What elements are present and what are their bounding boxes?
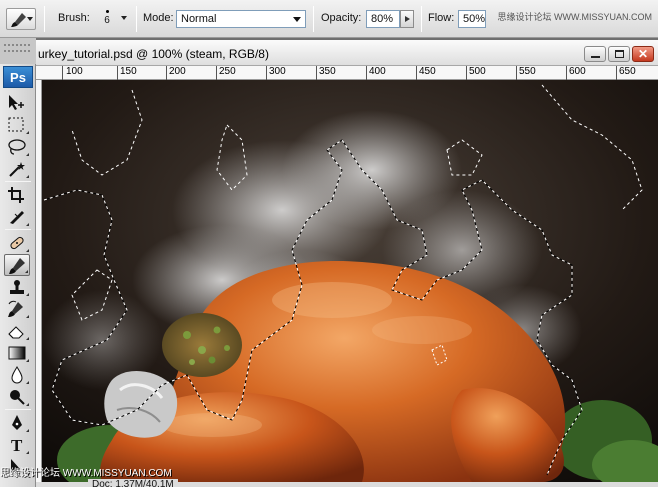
divider (421, 6, 422, 32)
ruler-label: 550 (519, 66, 536, 77)
brush-tool[interactable] (4, 254, 30, 276)
marquee-icon (8, 117, 24, 132)
watermark-text: 思缘设计论坛 WWW.MISSYUAN.COM (0, 468, 172, 479)
flow-label: Flow: (428, 12, 455, 24)
move-tool[interactable] (4, 92, 30, 114)
stamp-icon (10, 280, 24, 294)
canvas[interactable] (42, 80, 658, 482)
mode-select[interactable]: Normal (176, 10, 306, 28)
brush-tool-icon (11, 13, 26, 27)
opacity-input[interactable]: 80% (366, 10, 400, 28)
document-titlebar[interactable]: urkey_tutorial.psd @ 100% (steam, RGB/8)… (36, 40, 658, 66)
flow-value: 50% (463, 13, 486, 25)
brush-picker[interactable]: 6 (97, 6, 117, 34)
watermark-text: 思缘设计论坛 WWW.MISSYUAN.COM (497, 12, 653, 22)
chevron-down-icon[interactable] (121, 16, 127, 20)
brush-size: 6 (104, 15, 110, 26)
horizontal-ruler[interactable]: 100 150 200 250 300 350 400 450 500 550 … (36, 66, 658, 80)
healing-brush-tool[interactable] (4, 232, 30, 254)
divider (44, 6, 45, 32)
clone-stamp-tool[interactable] (4, 276, 30, 298)
ruler-label: 100 (66, 66, 83, 77)
options-bar: Brush: 6 Mode: Normal Opacity: 80% Flow:… (0, 0, 658, 38)
gradient-icon (8, 346, 26, 360)
document-title: urkey_tutorial.psd @ 100% (steam, RGB/8) (38, 47, 269, 61)
toolbox: Ps T (0, 38, 36, 487)
mode-label: Mode: (143, 12, 174, 24)
divider (313, 6, 314, 32)
opacity-label: Opacity: (321, 12, 362, 24)
chevron-down-icon (27, 17, 33, 21)
ruler-label: 450 (419, 66, 436, 77)
ruler-label: 200 (169, 66, 186, 77)
dodge-tool[interactable] (4, 386, 30, 408)
pen-tool[interactable] (4, 412, 30, 434)
chevron-down-icon (293, 17, 301, 22)
opacity-value: 80% (371, 13, 394, 25)
turkey-artwork (42, 80, 658, 482)
dodge-icon (10, 390, 25, 405)
lasso-tool[interactable] (4, 136, 30, 158)
bandage-icon (10, 236, 24, 250)
slice-icon (10, 211, 24, 224)
brush-label: Brush: (58, 12, 90, 24)
maximize-button[interactable] (608, 46, 630, 62)
flow-input[interactable]: 50% (458, 10, 486, 28)
svg-text:T: T (11, 436, 23, 454)
close-icon: ✕ (638, 47, 649, 61)
photoshop-logo[interactable]: Ps (3, 66, 33, 88)
ruler-label: 400 (369, 66, 386, 77)
toolbox-grip[interactable] (0, 38, 36, 64)
eraser-icon (8, 326, 24, 339)
document-window: urkey_tutorial.psd @ 100% (steam, RGB/8)… (36, 40, 658, 487)
tool-preset-picker[interactable] (6, 8, 36, 30)
crop-icon (8, 187, 24, 203)
ruler-label: 300 (269, 66, 286, 77)
marquee-tool[interactable] (4, 114, 30, 136)
ruler-label: 250 (219, 66, 236, 77)
minimize-icon (591, 56, 600, 58)
maximize-icon (615, 50, 624, 58)
slice-tool[interactable] (4, 206, 30, 228)
minimize-button[interactable] (584, 46, 606, 62)
crop-tool[interactable] (4, 184, 30, 206)
ruler-label: 650 (619, 66, 636, 77)
lasso-icon (8, 139, 26, 155)
magic-wand-icon (9, 162, 25, 177)
move-icon (9, 95, 24, 110)
close-button[interactable]: ✕ (632, 46, 654, 62)
ruler-label: 600 (569, 66, 586, 77)
divider (136, 6, 137, 32)
gradient-tool[interactable] (4, 342, 30, 364)
document-size-status[interactable]: Doc: 1.37M/40.1M (88, 479, 178, 487)
history-brush-tool[interactable] (4, 298, 30, 320)
eraser-tool[interactable] (4, 320, 30, 342)
ruler-label: 150 (120, 66, 137, 77)
type-icon: T (11, 436, 23, 454)
magic-wand-tool[interactable] (4, 158, 30, 180)
brush-tip-icon (105, 10, 109, 13)
pen-icon (12, 415, 22, 430)
opacity-slider-button[interactable] (400, 10, 414, 28)
blur-tool[interactable] (4, 364, 30, 386)
type-tool[interactable]: T (4, 434, 30, 456)
ruler-label: 500 (469, 66, 486, 77)
ruler-label: 350 (319, 66, 336, 77)
drop-icon (11, 366, 23, 384)
mode-value: Normal (181, 13, 217, 25)
history-brush-icon (8, 300, 23, 317)
